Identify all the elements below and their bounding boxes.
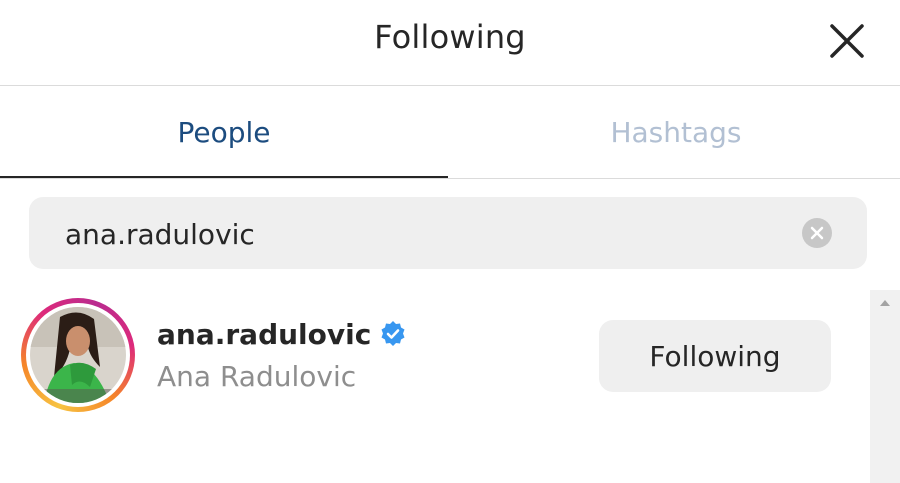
dialog-header: Following [0, 0, 900, 86]
scroll-up-button[interactable] [870, 290, 900, 314]
avatar-photo [30, 307, 126, 403]
list-item[interactable]: ana.radulovic Ana Radulovic Following [0, 295, 868, 425]
close-icon [830, 24, 864, 58]
clear-search-button[interactable] [801, 217, 833, 249]
tab-hashtags[interactable]: Hashtags [452, 87, 900, 178]
tab-bar: People Hashtags [0, 87, 900, 179]
close-button[interactable] [824, 18, 870, 64]
username: ana.radulovic [157, 318, 372, 351]
avatar[interactable] [21, 298, 135, 412]
dialog-title: Following [374, 18, 526, 56]
search-box [29, 197, 867, 269]
scrollbar[interactable] [870, 290, 900, 483]
triangle-up-icon [880, 300, 890, 306]
search-input[interactable] [65, 213, 785, 255]
tab-people[interactable]: People [0, 87, 448, 178]
clear-circle-icon [802, 218, 832, 248]
verified-badge-icon [381, 321, 405, 346]
following-dialog: Following People Hashtags ana.radulovic … [0, 0, 900, 483]
following-button[interactable]: Following [599, 320, 831, 392]
username-link[interactable]: ana.radulovic [157, 318, 407, 351]
full-name: Ana Radulovic [157, 360, 357, 393]
